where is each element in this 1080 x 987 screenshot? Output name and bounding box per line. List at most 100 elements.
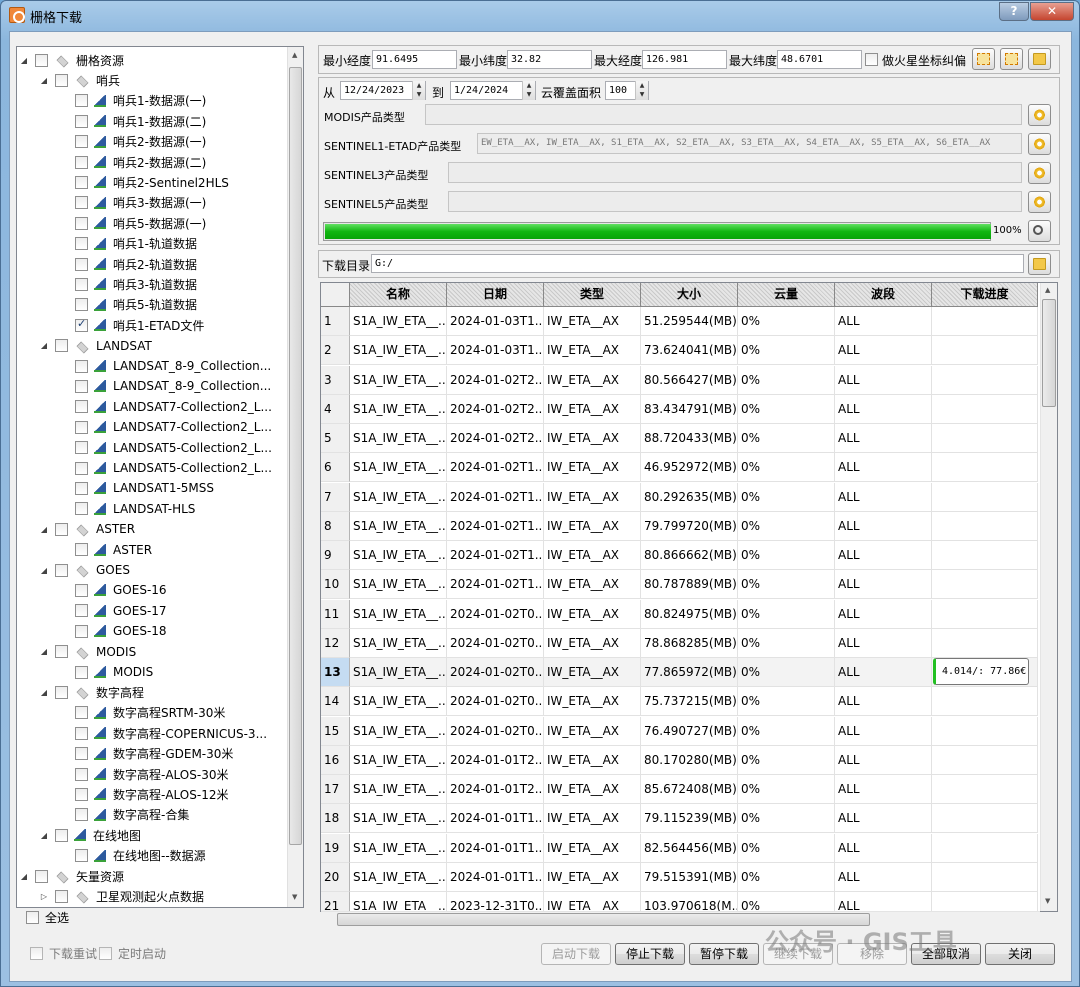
remove-button[interactable]: 移除: [837, 943, 907, 965]
tree-checkbox[interactable]: [75, 787, 88, 801]
cell-date[interactable]: 2024-01-02T1...: [447, 511, 544, 541]
expand-toggle-icon[interactable]: ◢: [39, 647, 49, 656]
tree-checkbox[interactable]: [75, 441, 88, 455]
cell-name[interactable]: S1A_IW_ETA__...: [350, 307, 447, 336]
cell-size[interactable]: 75.737215(MB): [641, 687, 738, 717]
cell-date[interactable]: 2024-01-01T1...: [447, 804, 544, 834]
product-type-field[interactable]: [448, 191, 1022, 212]
cell-band[interactable]: ALL: [835, 365, 932, 395]
cell-name[interactable]: S1A_IW_ETA__...: [350, 424, 447, 453]
tree-item[interactable]: 数字高程-ALOS-30米: [75, 764, 228, 784]
tree-checkbox[interactable]: [55, 522, 68, 536]
table-hscroll-thumb[interactable]: [337, 913, 870, 926]
cell-cloud[interactable]: 0%: [738, 862, 835, 892]
product-type-settings-button[interactable]: [1028, 133, 1051, 155]
tree-checkbox[interactable]: [75, 706, 88, 720]
cell-name[interactable]: S1A_IW_ETA__...: [350, 804, 447, 834]
cell-size[interactable]: 76.490727(MB): [641, 716, 738, 746]
cell-type[interactable]: IW_ETA__AX: [544, 307, 641, 336]
table-vscroll-thumb[interactable]: [1042, 299, 1056, 407]
tree-item[interactable]: 哨兵2-轨道数据: [75, 254, 197, 274]
expand-toggle-icon[interactable]: ◢: [39, 831, 49, 840]
cell-type[interactable]: IW_ETA__AX: [544, 424, 641, 453]
product-type-field[interactable]: EW_ETA__AX, IW_ETA__AX, S1_ETA__AX, S2_E…: [477, 133, 1022, 154]
cell-type[interactable]: IW_ETA__AX: [544, 775, 641, 804]
tree-checkbox[interactable]: [75, 196, 88, 210]
cell-type[interactable]: IW_ETA__AX: [544, 687, 641, 717]
table-row[interactable]: 17 S1A_IW_ETA__... 2024-01-01T2... IW_ETA__…: [321, 775, 1038, 804]
cell-date[interactable]: 2024-01-01T2...: [447, 775, 544, 804]
row-number[interactable]: 8: [321, 511, 350, 541]
cell-size[interactable]: 83.434791(MB): [641, 394, 738, 424]
cell-name[interactable]: S1A_IW_ETA__...: [350, 775, 447, 804]
cell-progress[interactable]: [932, 775, 1038, 804]
cell-band[interactable]: ALL: [835, 307, 932, 336]
browse-dir-button[interactable]: [1028, 253, 1051, 275]
row-number[interactable]: 10: [321, 570, 350, 600]
tree-item[interactable]: 哨兵3-数据源(一): [75, 193, 206, 213]
tree-item[interactable]: 哨兵1-轨道数据: [75, 234, 197, 254]
cell-cloud[interactable]: 0%: [738, 307, 835, 336]
cell-type[interactable]: IW_ETA__AX: [544, 833, 641, 863]
tree-item[interactable]: GOES-17: [75, 601, 167, 621]
cell-name[interactable]: S1A_IW_ETA__...: [350, 336, 447, 366]
download-progress-cell[interactable]: 4.014/: 77.86€: [932, 658, 1038, 687]
tree-checkbox[interactable]: [75, 257, 88, 271]
tree-item[interactable]: LANDSAT5-Collection2_L...: [75, 458, 272, 478]
cell-band[interactable]: ALL: [835, 424, 932, 453]
cell-size[interactable]: 80.566427(MB): [641, 365, 738, 395]
tree-scroll-thumb[interactable]: [289, 67, 302, 845]
cell-cloud[interactable]: 0%: [738, 716, 835, 746]
cell-progress[interactable]: [932, 570, 1038, 600]
max-lat-input[interactable]: 48.6701: [777, 50, 862, 69]
row-number[interactable]: 14: [321, 687, 350, 717]
table-row[interactable]: 5 S1A_IW_ETA__... 2024-01-02T2... IW_ETA__A…: [321, 424, 1038, 453]
table-vscrollbar[interactable]: ▲ ▼: [1040, 283, 1057, 911]
tree-item[interactable]: ◢ GOES: [39, 560, 130, 580]
retry-option[interactable]: 下载重试: [30, 945, 97, 962]
date-to-spinner[interactable]: ▲ ▼: [522, 81, 535, 100]
max-lon-input[interactable]: 126.981: [642, 50, 727, 69]
cell-date[interactable]: 2024-01-02T0...: [447, 658, 544, 687]
cell-progress[interactable]: [932, 511, 1038, 541]
row-number[interactable]: 3: [321, 365, 350, 395]
table-row[interactable]: 3 S1A_IW_ETA__... 2024-01-02T2... IW_ETA__A…: [321, 365, 1038, 395]
row-number[interactable]: 19: [321, 833, 350, 863]
cell-cloud[interactable]: 0%: [738, 453, 835, 483]
table-row[interactable]: 8 S1A_IW_ETA__... 2024-01-02T1... IW_ETA__A…: [321, 511, 1038, 541]
table-row[interactable]: 13 S1A_IW_ETA__... 2024-01-02T0... IW_ETA__…: [321, 658, 1038, 687]
expand-toggle-icon[interactable]: ◢: [39, 341, 49, 350]
column-header[interactable]: 类型: [544, 283, 641, 307]
row-number[interactable]: 13: [321, 658, 350, 687]
cell-size[interactable]: 51.259544(MB): [641, 307, 738, 336]
column-header[interactable]: 名称: [350, 283, 447, 307]
tree-checkbox[interactable]: [55, 645, 68, 659]
tree-checkbox[interactable]: [55, 73, 68, 87]
retry-checkbox[interactable]: [30, 947, 43, 960]
cell-cloud[interactable]: 0%: [738, 745, 835, 775]
tree-item[interactable]: ◢ 哨兵: [39, 70, 120, 90]
tree-item[interactable]: 数字高程-合集: [75, 805, 189, 825]
row-number[interactable]: 16: [321, 745, 350, 775]
cell-name[interactable]: S1A_IW_ETA__...: [350, 658, 447, 687]
tree-item[interactable]: 哨兵5-轨道数据: [75, 295, 197, 315]
close-button[interactable]: 关闭: [985, 943, 1055, 965]
tree-checkbox[interactable]: [75, 379, 88, 393]
search-button[interactable]: [1028, 220, 1051, 242]
help-button[interactable]: ?: [999, 2, 1029, 21]
cell-size[interactable]: 88.720433(MB): [641, 424, 738, 453]
tree-scrollbar[interactable]: ▲ ▼: [287, 47, 303, 907]
cell-band[interactable]: ALL: [835, 453, 932, 483]
cell-date[interactable]: 2024-01-02T0...: [447, 716, 544, 746]
tree-checkbox[interactable]: [75, 849, 88, 863]
tree-item[interactable]: ◢ 矢量资源: [19, 866, 124, 886]
tree-item[interactable]: LANDSAT5-Collection2_L...: [75, 438, 272, 458]
cell-band[interactable]: ALL: [835, 716, 932, 746]
tree-checkbox[interactable]: [55, 339, 68, 353]
cell-date[interactable]: 2024-01-02T2...: [447, 365, 544, 395]
table-row[interactable]: 7 S1A_IW_ETA__... 2024-01-02T1... IW_ETA__A…: [321, 482, 1038, 512]
cell-date[interactable]: 2024-01-01T2...: [447, 745, 544, 775]
expand-toggle-icon[interactable]: ◢: [19, 56, 29, 65]
table-row[interactable]: 14 S1A_IW_ETA__... 2024-01-02T0... IW_ETA__…: [321, 687, 1038, 717]
date-from-spinner[interactable]: ▲ ▼: [412, 81, 425, 100]
